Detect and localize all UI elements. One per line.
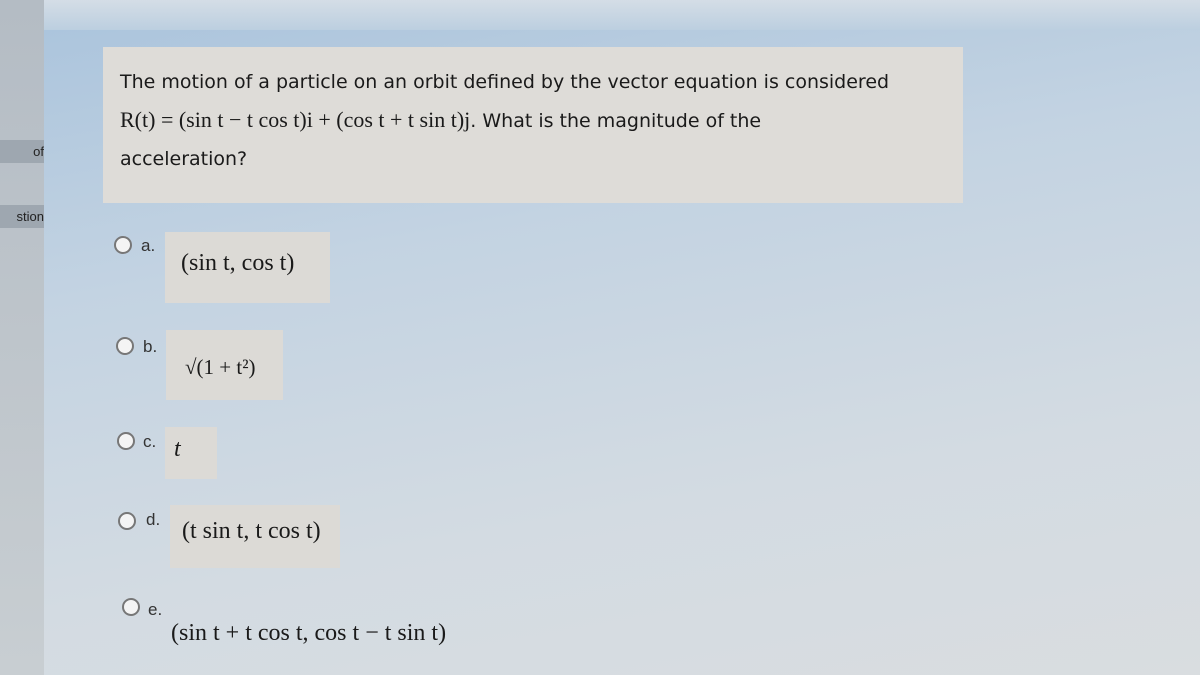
radio-b[interactable] <box>116 337 134 355</box>
question-line-1: The motion of a particle on an orbit def… <box>120 71 890 93</box>
question-line-3: acceleration? <box>120 148 248 170</box>
radio-d[interactable] <box>118 512 136 530</box>
option-value: (sin t, cos t) <box>181 250 295 276</box>
radio-a[interactable] <box>114 236 132 254</box>
option-letter: b. <box>143 337 158 356</box>
question-line-2: . What is the magnitude of the <box>470 110 762 132</box>
option-value: (t sin t, t cos t) <box>182 518 321 544</box>
question-equation: R(t) = (sin t − t cos t)i + (cos t + t s… <box>120 107 471 132</box>
option-value: √(1 + t²) <box>185 355 256 379</box>
option-value: t <box>174 436 181 462</box>
left-sidebar: of stion <box>0 0 44 675</box>
radio-e[interactable] <box>122 598 140 616</box>
radio-c[interactable] <box>117 432 135 450</box>
option-value: (sin t + t cos t, cos t − t sin t) <box>171 620 447 646</box>
option-letter: e. <box>148 600 163 619</box>
question-box: The motion of a particle on an orbit def… <box>103 47 963 203</box>
sidebar-tab-question[interactable]: stion <box>0 205 44 228</box>
sidebar-tab-of[interactable]: of <box>0 140 44 163</box>
question-text: The motion of a particle on an orbit def… <box>120 63 960 178</box>
option-letter: a. <box>141 236 156 255</box>
top-bar <box>44 0 1200 30</box>
option-letter: d. <box>146 510 161 529</box>
option-letter: c. <box>143 432 157 451</box>
